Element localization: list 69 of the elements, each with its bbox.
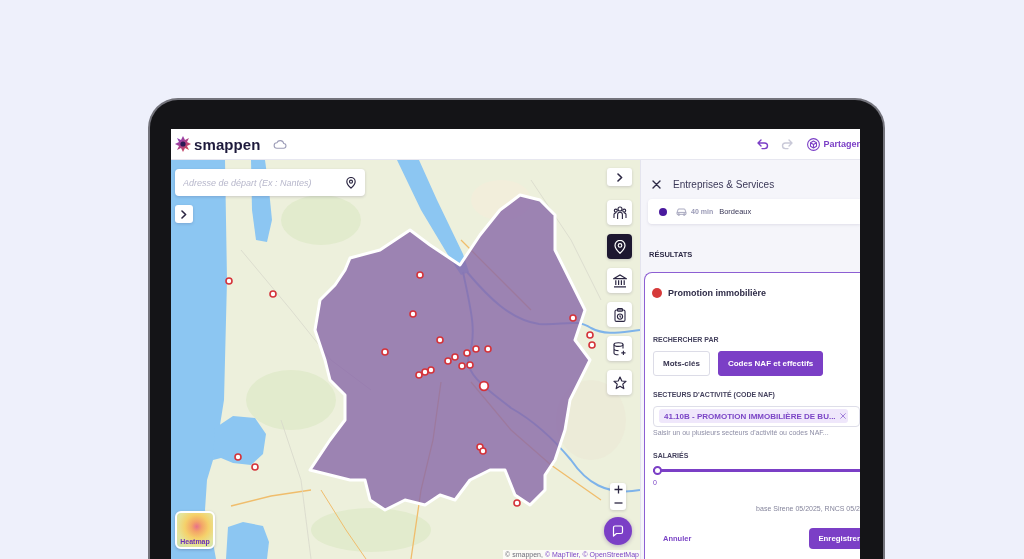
bank-icon xyxy=(612,273,627,288)
search-mode-button[interactable]: Mots-clés xyxy=(653,350,710,376)
address-search-field[interactable]: Adresse de départ (Ex : Nantes) xyxy=(175,169,365,196)
location-marker-icon[interactable] xyxy=(458,362,466,370)
favorites-tool-button[interactable] xyxy=(607,370,632,395)
location-marker-icon[interactable] xyxy=(569,314,577,322)
logo-icon xyxy=(175,136,191,152)
close-button[interactable] xyxy=(652,179,661,189)
panel-title: Entreprises & Services xyxy=(673,178,775,190)
close-icon xyxy=(652,179,661,189)
location-marker-icon[interactable] xyxy=(478,380,490,392)
cloud-icon xyxy=(272,139,287,149)
location-marker-icon[interactable] xyxy=(436,336,444,344)
location-marker-icon[interactable] xyxy=(588,341,596,349)
zoom-out-icon xyxy=(613,502,623,505)
location-marker-icon[interactable] xyxy=(451,353,459,361)
location-marker-icon[interactable] xyxy=(234,453,242,461)
institutions-tool-button[interactable] xyxy=(607,268,632,293)
population-tool-button[interactable] xyxy=(607,200,632,225)
location-marker-icon[interactable] xyxy=(251,463,259,471)
chevron-right-icon xyxy=(181,209,187,219)
car-icon xyxy=(676,207,687,216)
location-marker-icon[interactable] xyxy=(381,348,389,356)
star-icon xyxy=(612,375,627,390)
location-marker-icon[interactable] xyxy=(586,331,594,339)
isochrone-area[interactable] xyxy=(308,193,592,512)
chat-icon xyxy=(612,525,624,537)
naf-code-tag[interactable]: 41.10B - PROMOTION IMMOBILIÈRE DE BU... xyxy=(659,409,848,423)
people-icon xyxy=(612,205,627,220)
location-marker-icon[interactable] xyxy=(472,345,480,353)
undo-button[interactable] xyxy=(757,138,770,150)
location-marker-icon[interactable] xyxy=(484,345,492,353)
redo-icon xyxy=(781,138,794,150)
search-mode-button[interactable]: Codes NAF et effectifs xyxy=(717,350,824,376)
location-pin-icon xyxy=(613,239,626,254)
location-marker-icon[interactable] xyxy=(225,277,233,285)
tag-label: 41.10B - PROMOTION IMMOBILIÈRE DE BU... xyxy=(664,411,836,421)
employees-slider[interactable] xyxy=(653,465,860,475)
database-icon xyxy=(613,341,626,356)
location-pin-icon xyxy=(346,177,356,189)
location-marker-icon[interactable] xyxy=(421,368,429,376)
location-marker-icon[interactable] xyxy=(513,499,521,507)
location-marker-icon[interactable] xyxy=(444,357,452,365)
logo-text: smappen xyxy=(194,135,261,153)
result-title: Promotion immobilière xyxy=(668,288,766,298)
collapse-panel-button[interactable] xyxy=(607,168,632,186)
data-tool-button[interactable] xyxy=(607,336,632,361)
cloud-sync-button[interactable] xyxy=(272,139,287,149)
zoom-in-icon xyxy=(613,485,623,495)
chevron-right-icon xyxy=(616,172,623,182)
share-button[interactable]: Partager xyxy=(805,137,860,151)
clipboard-icon xyxy=(613,307,626,322)
undo-icon xyxy=(757,138,770,150)
places-tool-button[interactable] xyxy=(607,234,632,259)
slider-thumb[interactable] xyxy=(653,465,662,475)
report-tool-button[interactable] xyxy=(607,302,632,327)
expand-button[interactable] xyxy=(175,205,193,223)
location-marker-icon[interactable] xyxy=(479,447,487,455)
location-marker-icon[interactable] xyxy=(409,310,417,318)
location-marker-icon[interactable] xyxy=(463,349,471,357)
location-marker-icon[interactable] xyxy=(416,271,424,279)
close-icon xyxy=(839,413,846,419)
location-marker-icon[interactable] xyxy=(427,366,435,374)
location-marker-icon[interactable] xyxy=(269,290,277,298)
remove-tag-button[interactable] xyxy=(839,413,846,419)
location-marker-icon[interactable] xyxy=(415,371,423,379)
location-marker-icon[interactable] xyxy=(466,361,474,369)
cube-icon xyxy=(807,137,821,151)
naf-code-field[interactable]: 41.10B - PROMOTION IMMOBILIÈRE DE BU... xyxy=(653,405,860,427)
